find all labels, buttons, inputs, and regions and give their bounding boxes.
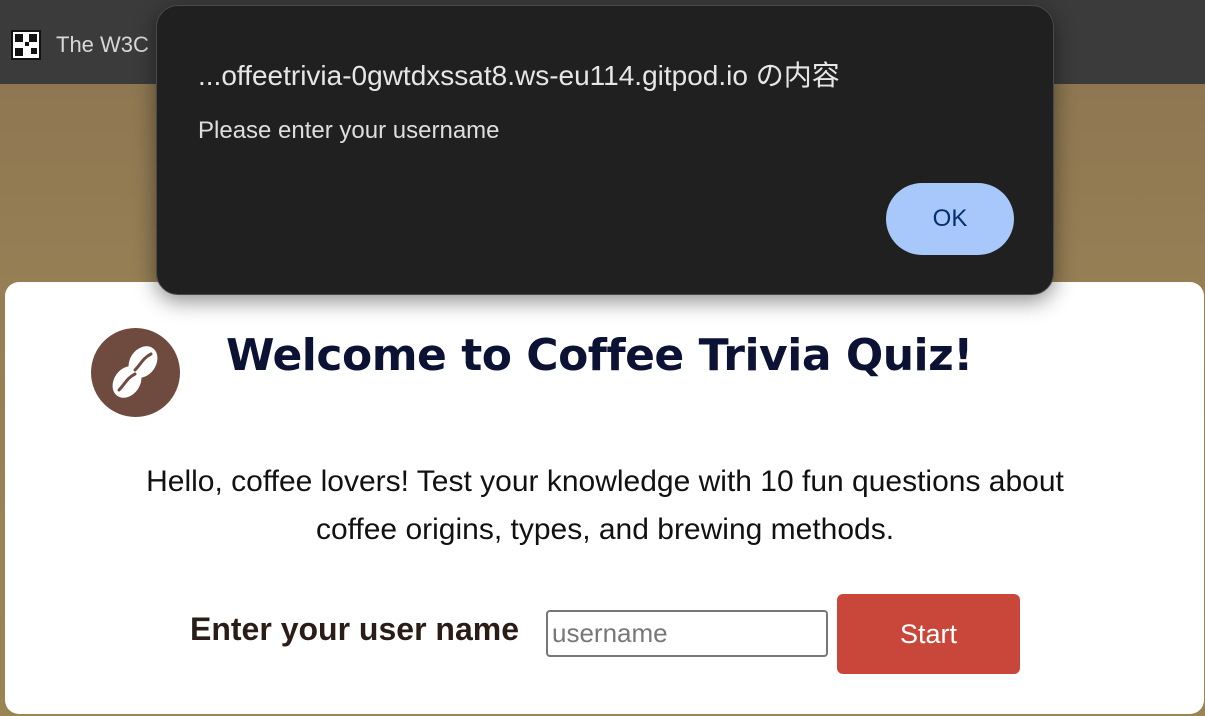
intro-line-1: Hello, coffee lovers! Test your knowledg… (146, 465, 1064, 498)
dialog-message: Please enter your username (198, 117, 500, 144)
username-label: Enter your user name (190, 611, 519, 647)
start-button[interactable]: Start (837, 594, 1020, 674)
browser-tab-title[interactable]: The W3C (56, 32, 149, 58)
alert-dialog: ...offeetrivia-0gwtdxssat8.ws-eu114.gitp… (156, 5, 1054, 295)
intro-text: Hello, coffee lovers! Test your knowledg… (45, 458, 1165, 554)
dialog-origin: ...offeetrivia-0gwtdxssat8.ws-eu114.gitp… (198, 60, 840, 91)
favicon-icon (11, 30, 41, 60)
username-input[interactable] (546, 610, 828, 657)
intro-line-2: coffee origins, types, and brewing metho… (315, 513, 895, 546)
welcome-card: Welcome to Coffee Trivia Quiz! Hello, co… (5, 282, 1204, 714)
coffee-bean-icon (91, 328, 180, 417)
page-title: Welcome to Coffee Trivia Quiz! (226, 330, 973, 381)
ok-button[interactable]: OK (886, 183, 1014, 255)
username-form: Enter your user name Start (5, 593, 1204, 674)
